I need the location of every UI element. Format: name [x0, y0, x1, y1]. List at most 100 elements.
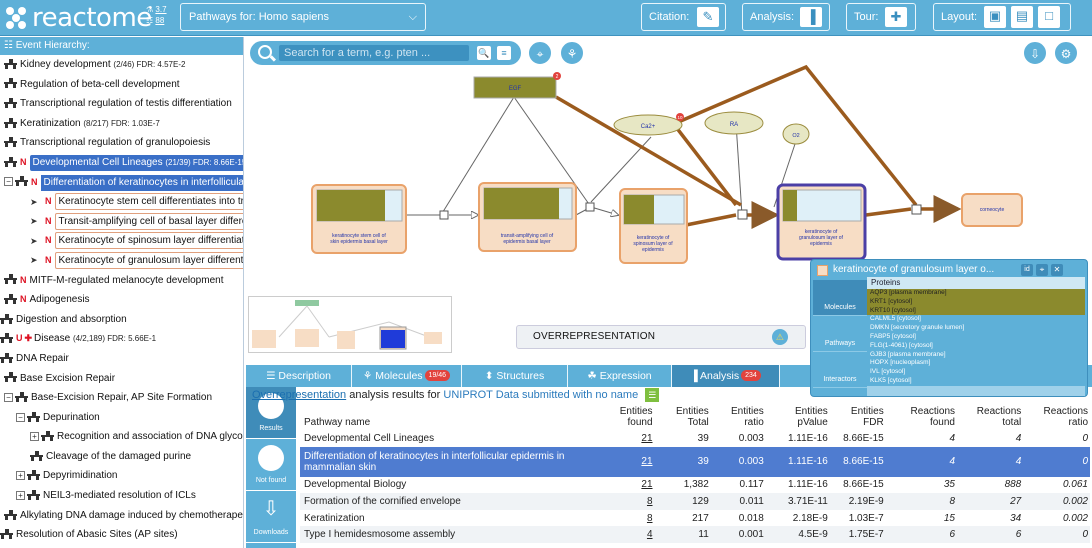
- pathway-name-cell[interactable]: Differentiation of keratinocytes in inte…: [300, 446, 595, 477]
- protein-item[interactable]: GJB3 [plasma membrane]: [867, 350, 1085, 360]
- species-select[interactable]: Pathways for: Homo sapiens ⌵: [180, 3, 426, 31]
- hierarchy-item[interactable]: Regulation of beta-cell development: [0, 75, 243, 95]
- column-header[interactable]: Entities ratio: [711, 404, 766, 430]
- column-header[interactable]: Entities Total: [655, 404, 711, 430]
- hierarchy-item[interactable]: Transcriptional regulation of testis dif…: [0, 94, 243, 114]
- pathway-name-cell[interactable]: Formation of the cornified envelope: [300, 493, 595, 510]
- reaction-node-2[interactable]: [585, 202, 595, 212]
- hierarchy-item[interactable]: N MITF-M-regulated melanocyte development: [0, 271, 243, 291]
- popup-tab-pathways[interactable]: Pathways: [813, 316, 867, 352]
- expand-toggle-icon[interactable]: +: [30, 432, 39, 442]
- table-cell[interactable]: 8: [594, 493, 655, 510]
- illustration-icon[interactable]: ⚘: [560, 41, 584, 65]
- hierarchy-item[interactable]: Keratinization (8/217) FDR: 1.03E-7: [0, 114, 243, 134]
- popup-close-icon[interactable]: ✕: [1051, 264, 1063, 276]
- hierarchy-item[interactable]: Resolution of Abasic Sites (AP sites): [0, 525, 243, 545]
- popup-pin-icon[interactable]: ⌖: [1036, 264, 1048, 276]
- hierarchy-item[interactable]: DNA Repair: [0, 349, 243, 369]
- column-header[interactable]: Entities FDR: [830, 404, 886, 430]
- hierarchy-item[interactable]: Digestion and absorption: [0, 310, 243, 330]
- expand-toggle-icon[interactable]: −: [4, 392, 13, 402]
- hierarchy-item[interactable]: + Recognition and association of DNA glyc…: [0, 427, 243, 447]
- table-row[interactable]: Type I hemidesmosome assembly 4 11 0.001 4.5…: [300, 526, 1090, 543]
- expand-toggle-icon[interactable]: −: [16, 412, 25, 422]
- hierarchy-item[interactable]: ➤ N Transit-amplifying cell of basal layer…: [0, 212, 243, 232]
- tour-button[interactable]: Tour: ✚: [846, 3, 916, 31]
- table-row[interactable]: Keratinization 8 217 0.018 2.18E-9 1.03E-7 15 3…: [300, 510, 1090, 527]
- column-header[interactable]: Reactions ratio: [1023, 404, 1090, 430]
- column-header[interactable]: Entities pValue: [766, 404, 830, 430]
- downloads-button[interactable]: ⇩ Downloads: [246, 491, 296, 543]
- table-row[interactable]: Developmental Cell Lineages 21 39 0.003 1.11…: [300, 430, 1090, 447]
- hierarchy-item[interactable]: Cleavage of the damaged purine: [0, 447, 243, 467]
- protein-item[interactable]: IVL [cytosol]: [867, 368, 1085, 377]
- version-info[interactable]: ⚗ 3.7 ☷ 88: [146, 4, 167, 26]
- hierarchy-item[interactable]: + Depyrimidination: [0, 466, 243, 486]
- search-options-icon[interactable]: ≡: [497, 46, 511, 60]
- popup-id-icon[interactable]: id: [1021, 264, 1033, 276]
- diagram-thumbnail[interactable]: [248, 296, 452, 353]
- tab-molecules[interactable]: ⚘ Molecules 19/46: [352, 365, 462, 387]
- protein-item[interactable]: FLG(1-4061) [cytosol]: [867, 341, 1085, 351]
- tab-analysis[interactable]: ▐ Analysis 234: [672, 365, 780, 387]
- column-header[interactable]: Entities found: [595, 404, 655, 430]
- protein-item[interactable]: KRT1 [cytosol]: [867, 297, 1085, 307]
- tab-structures[interactable]: ⬍ Structures: [462, 365, 568, 387]
- hierarchy-item[interactable]: ➤ N Keratinocyte stem cell differentiates …: [0, 192, 243, 212]
- column-header[interactable]: Reactions total: [957, 404, 1023, 430]
- hierarchy-item[interactable]: N Developmental Cell Lineages (21/39) FDR…: [0, 153, 243, 173]
- analysis-button[interactable]: Analysis: ▐: [742, 3, 830, 31]
- expand-toggle-icon[interactable]: +: [16, 490, 25, 500]
- hierarchy-item[interactable]: Kidney development (2/46) FDR: 4.57E-2: [0, 55, 243, 75]
- popup-tab-molecules[interactable]: Molecules: [813, 280, 867, 316]
- layout-bottom-icon[interactable]: ▤: [1011, 6, 1033, 28]
- reactome-logo[interactable]: reactome: [4, 4, 152, 32]
- layout-selector[interactable]: Layout: ▣ ▤ □: [933, 3, 1071, 31]
- hierarchy-item[interactable]: ➤ N Keratinocyte of spinosum layer differe…: [0, 231, 243, 251]
- protein-item[interactable]: CALML5 [cytosol]: [867, 315, 1085, 325]
- hierarchy-item[interactable]: − Depurination: [0, 408, 243, 428]
- table-cell[interactable]: 4: [594, 526, 655, 543]
- protein-item[interactable]: KRT10 [cytosol]: [867, 306, 1085, 316]
- table-cell[interactable]: 21: [594, 446, 655, 477]
- hierarchy-item[interactable]: − N Differentiation of keratinocytes in in…: [0, 173, 243, 193]
- hierarchy-item[interactable]: N Adipogenesis: [0, 290, 243, 310]
- reaction-node-4[interactable]: [911, 204, 922, 215]
- warning-icon[interactable]: ⚠: [772, 329, 788, 345]
- table-row[interactable]: Developmental Biology 21 1,382 0.117 1.11E-1…: [300, 477, 1090, 494]
- pathway-name-cell[interactable]: Developmental Biology: [300, 477, 595, 494]
- hierarchy-item[interactable]: + NEIL3-mediated resolution of ICLs: [0, 486, 243, 506]
- citation-button[interactable]: Citation: ✎: [641, 3, 726, 31]
- fit-diagram-icon[interactable]: ⌖: [528, 41, 552, 65]
- layout-full-icon[interactable]: □: [1038, 6, 1060, 28]
- hierarchy-item[interactable]: Transcriptional regulation of granulopoi…: [0, 133, 243, 153]
- protein-item[interactable]: FABP5 [cytosol]: [867, 332, 1085, 342]
- filter-icon[interactable]: ☰: [645, 388, 660, 403]
- table-cell[interactable]: 21: [595, 477, 655, 494]
- popup-tab-interactors[interactable]: Interactors: [813, 352, 867, 388]
- molecule-popup[interactable]: keratinocyte of granulosum layer o... id…: [810, 259, 1088, 397]
- reaction-node-3[interactable]: [737, 209, 748, 220]
- hierarchy-item[interactable]: U ✚ Disease (4/2,189) FDR: 5.66E-1: [0, 329, 243, 349]
- not-found-button[interactable]: Not found: [246, 439, 296, 491]
- protein-item[interactable]: DMKN [secretory granule lumen]: [867, 324, 1085, 333]
- version-sub[interactable]: 88: [155, 16, 164, 25]
- download-icon[interactable]: ⇩: [1023, 41, 1047, 65]
- layout-left-icon[interactable]: ▣: [984, 6, 1006, 28]
- tab-expression[interactable]: ☘ Expression: [568, 365, 672, 387]
- hierarchy-item[interactable]: − Base-Excision Repair, AP Site Formation: [0, 388, 243, 408]
- pathway-name-cell[interactable]: Keratinization: [300, 510, 595, 527]
- protein-item[interactable]: AQP3 [plasma membrane]: [867, 289, 1085, 298]
- overrepresentation-link[interactable]: Overrepresentation: [252, 389, 346, 401]
- pathway-name-cell[interactable]: Type I hemidesmosome assembly: [300, 526, 595, 543]
- hierarchy-item[interactable]: ➤ N Keratinocyte of granulosum layer diffe…: [0, 251, 243, 271]
- pathway-name-cell[interactable]: Developmental Cell Lineages: [300, 430, 595, 447]
- column-header[interactable]: Pathway name: [300, 404, 595, 430]
- hierarchy-item[interactable]: Base Excision Repair: [0, 369, 243, 389]
- table-row[interactable]: Differentiation of keratinocytes in inte…: [300, 446, 1090, 477]
- search-input[interactable]: [279, 45, 469, 61]
- hierarchy-item[interactable]: Alkylating DNA damage induced by chemoth…: [0, 506, 243, 526]
- overrepresentation-bar[interactable]: OVERREPRESENTATION ⚠: [516, 325, 806, 349]
- protein-item[interactable]: HOPX [nucleoplasm]: [867, 359, 1085, 369]
- column-header[interactable]: Reactions found: [886, 404, 957, 430]
